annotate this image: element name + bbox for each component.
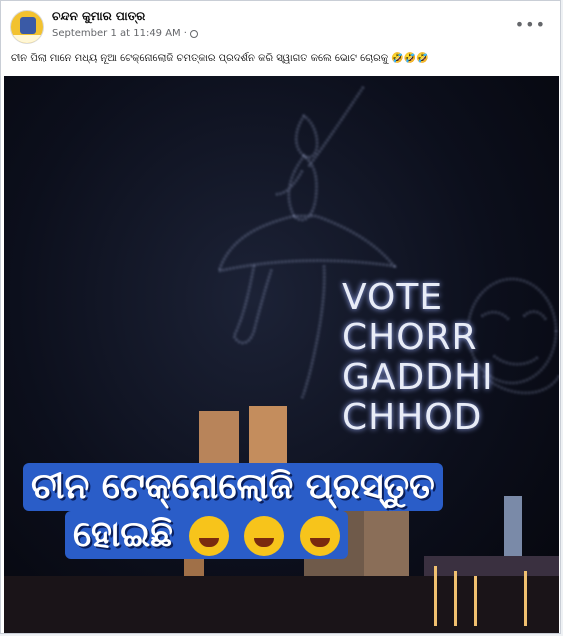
avatar-figure <box>20 17 36 34</box>
laughing-emoji-icon <box>244 516 285 556</box>
drone-text-line: GADDHI <box>342 357 494 398</box>
drone-text-line: CHORR <box>342 317 478 358</box>
laughing-emoji-icon <box>188 516 229 556</box>
globe-icon <box>189 29 198 38</box>
facebook-post: ଚନ୍ଦନ କୁମାର ପାତ୍ର September 1 at 11:49 A… <box>0 0 561 634</box>
overlay-line2-text: ହୋଇଛି <box>73 514 174 555</box>
author-avatar[interactable] <box>10 10 44 44</box>
post-header: ଚନ୍ଦନ କୁମାର ପାତ୍ର September 1 at 11:49 A… <box>1 1 560 49</box>
meta-separator: · <box>183 28 187 39</box>
laughing-emoji-icon <box>299 516 340 556</box>
author-name[interactable]: ଚନ୍ଦନ କୁମାର ପାତ୍ର <box>52 9 145 24</box>
more-options-icon[interactable]: ••• <box>515 15 546 34</box>
post-timestamp[interactable]: September 1 at 11:49 AM <box>52 28 181 39</box>
overlay-caption-line2: ହୋଇଛି <box>65 511 348 559</box>
post-caption: ଚୀନ ପିଲା ମାନେ ମଧ୍ୟ ନୂଆ ଟେକ୍ନୋଲୋଜି ଚମତ୍କା… <box>11 53 429 64</box>
overlay-caption-line1: ଚୀନ ଟେକ୍ନୋଲୋଜି ପ୍ରସ୍ତୁତ <box>23 463 443 511</box>
drone-text-line: VOTE <box>342 277 444 318</box>
drone-text-block: VOTE CHORR GADDHI CHHOD <box>342 278 494 438</box>
drone-text-line: CHHOD <box>342 397 483 438</box>
post-meta: September 1 at 11:49 AM · <box>52 28 198 39</box>
avatar-band <box>11 35 43 43</box>
